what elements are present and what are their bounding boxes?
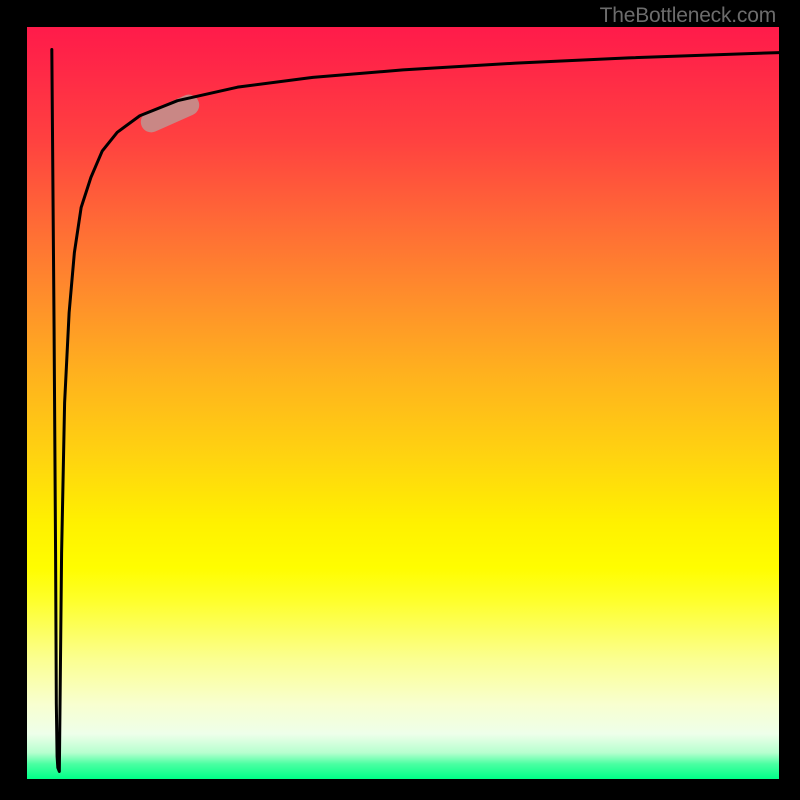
watermark-label: TheBottleneck.com [600,4,776,28]
chart-curve [27,27,779,779]
